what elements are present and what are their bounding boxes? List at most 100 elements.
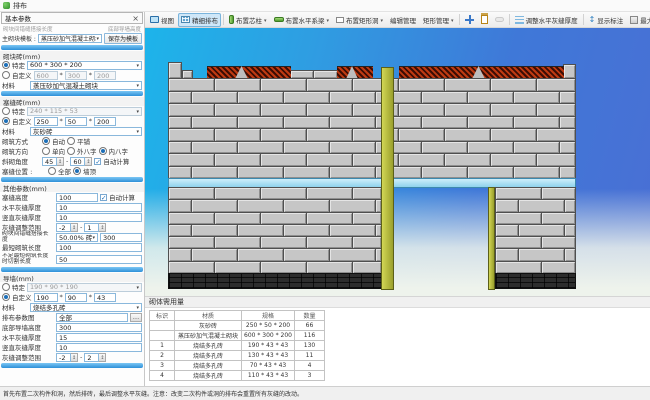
block[interactable] bbox=[490, 128, 537, 142]
block[interactable] bbox=[283, 116, 330, 130]
show-annotation-button[interactable]: 显示标注 bbox=[586, 13, 627, 27]
block[interactable] bbox=[168, 78, 215, 92]
block[interactable] bbox=[283, 166, 330, 180]
spinner-input[interactable]: 60 bbox=[70, 157, 85, 166]
block[interactable] bbox=[237, 166, 284, 180]
block[interactable] bbox=[467, 141, 514, 155]
spinner-input[interactable]: 1 bbox=[84, 223, 99, 232]
save-template-button[interactable]: 保存为模板 bbox=[104, 33, 142, 44]
paste-button[interactable] bbox=[478, 13, 491, 26]
block[interactable] bbox=[168, 153, 215, 167]
block[interactable] bbox=[168, 236, 215, 249]
place-tie-beam-button[interactable]: 布置水平系梁 bbox=[271, 13, 333, 27]
input[interactable]: 50 bbox=[56, 255, 142, 264]
dropdown[interactable]: 190 * 90 * 190 bbox=[27, 283, 142, 292]
splitter-5[interactable] bbox=[1, 363, 143, 368]
block[interactable] bbox=[421, 116, 468, 130]
block[interactable] bbox=[191, 141, 238, 155]
block[interactable] bbox=[495, 261, 542, 274]
block[interactable] bbox=[283, 199, 330, 212]
spinner-buttons[interactable] bbox=[85, 157, 92, 166]
radio[interactable] bbox=[2, 107, 10, 115]
spinner-input[interactable]: 45 bbox=[42, 157, 57, 166]
block[interactable] bbox=[329, 199, 376, 212]
block[interactable] bbox=[564, 248, 576, 261]
input[interactable]: 300 bbox=[56, 323, 142, 332]
block[interactable] bbox=[329, 166, 376, 180]
input[interactable]: 90 bbox=[65, 293, 87, 302]
fine-layout-button[interactable]: 精细排布 bbox=[178, 13, 221, 27]
block[interactable] bbox=[495, 199, 519, 212]
input[interactable]: 10 bbox=[56, 213, 142, 222]
block[interactable] bbox=[306, 78, 353, 92]
input[interactable]: 300 bbox=[65, 71, 87, 80]
block[interactable] bbox=[564, 199, 576, 212]
block[interactable] bbox=[191, 224, 238, 237]
max-view-button[interactable]: 最大视图 bbox=[627, 13, 650, 27]
block[interactable] bbox=[559, 166, 576, 180]
block[interactable] bbox=[444, 78, 491, 92]
spinner[interactable]: 45 bbox=[42, 157, 64, 166]
block[interactable] bbox=[214, 261, 261, 274]
block[interactable] bbox=[495, 224, 519, 237]
radio[interactable] bbox=[48, 167, 56, 175]
panel-header[interactable]: 基本参数 bbox=[1, 12, 143, 24]
block[interactable] bbox=[467, 91, 514, 105]
block[interactable] bbox=[490, 153, 537, 167]
block[interactable] bbox=[214, 128, 261, 142]
block[interactable] bbox=[237, 248, 284, 261]
block[interactable] bbox=[564, 224, 576, 237]
input[interactable]: 200 bbox=[94, 117, 116, 126]
input[interactable]: 全部 bbox=[56, 313, 128, 322]
block[interactable] bbox=[260, 187, 307, 200]
block[interactable] bbox=[306, 103, 353, 117]
block[interactable] bbox=[518, 248, 565, 261]
block[interactable] bbox=[352, 187, 382, 200]
block[interactable] bbox=[536, 78, 576, 92]
radio[interactable] bbox=[42, 137, 50, 145]
checkbox[interactable]: ✓ bbox=[100, 194, 107, 201]
block[interactable] bbox=[467, 116, 514, 130]
block[interactable] bbox=[536, 153, 576, 167]
spinner[interactable]: -2 bbox=[56, 223, 78, 232]
dropdown[interactable]: 240 * 115 * 53 bbox=[27, 107, 142, 116]
block[interactable] bbox=[536, 103, 576, 117]
view-button[interactable]: 视图 bbox=[147, 13, 177, 27]
block[interactable] bbox=[260, 128, 307, 142]
block[interactable] bbox=[168, 224, 192, 237]
place-core-column-button[interactable]: 布置芯柱 bbox=[226, 13, 270, 27]
drawing-canvas[interactable] bbox=[145, 28, 650, 296]
dropdown[interactable]: 蒸压砂加气混凝土砌块 bbox=[30, 81, 142, 90]
block[interactable] bbox=[191, 116, 238, 130]
input[interactable]: 100 bbox=[56, 193, 98, 202]
splitter-4[interactable] bbox=[1, 267, 143, 272]
block[interactable] bbox=[283, 248, 330, 261]
block[interactable] bbox=[168, 187, 215, 200]
block[interactable] bbox=[306, 236, 353, 249]
block[interactable] bbox=[513, 141, 560, 155]
spinner-buttons[interactable] bbox=[71, 223, 78, 232]
block[interactable] bbox=[329, 248, 376, 261]
spinner-input[interactable]: -2 bbox=[56, 223, 71, 232]
block[interactable] bbox=[513, 166, 560, 180]
block[interactable] bbox=[306, 187, 353, 200]
spinner-buttons[interactable] bbox=[99, 353, 106, 362]
spinner[interactable]: -2 bbox=[56, 353, 78, 362]
block[interactable] bbox=[352, 261, 382, 274]
block[interactable] bbox=[214, 236, 261, 249]
unlink-button[interactable] bbox=[492, 15, 507, 24]
spinner[interactable]: 1 bbox=[84, 223, 106, 232]
radio[interactable] bbox=[73, 167, 81, 175]
radio[interactable] bbox=[2, 283, 10, 291]
parapet-block[interactable] bbox=[563, 64, 576, 79]
block[interactable] bbox=[191, 248, 238, 261]
splitter-3[interactable] bbox=[1, 177, 143, 182]
splitter-2[interactable] bbox=[1, 91, 143, 96]
radio[interactable] bbox=[2, 71, 10, 79]
block[interactable] bbox=[329, 116, 376, 130]
spinner-input[interactable]: -2 bbox=[56, 353, 71, 362]
block[interactable] bbox=[214, 103, 261, 117]
block[interactable] bbox=[421, 91, 468, 105]
splitter-1[interactable] bbox=[1, 45, 143, 50]
dropdown[interactable]: 600 * 300 * 200 bbox=[27, 61, 142, 70]
